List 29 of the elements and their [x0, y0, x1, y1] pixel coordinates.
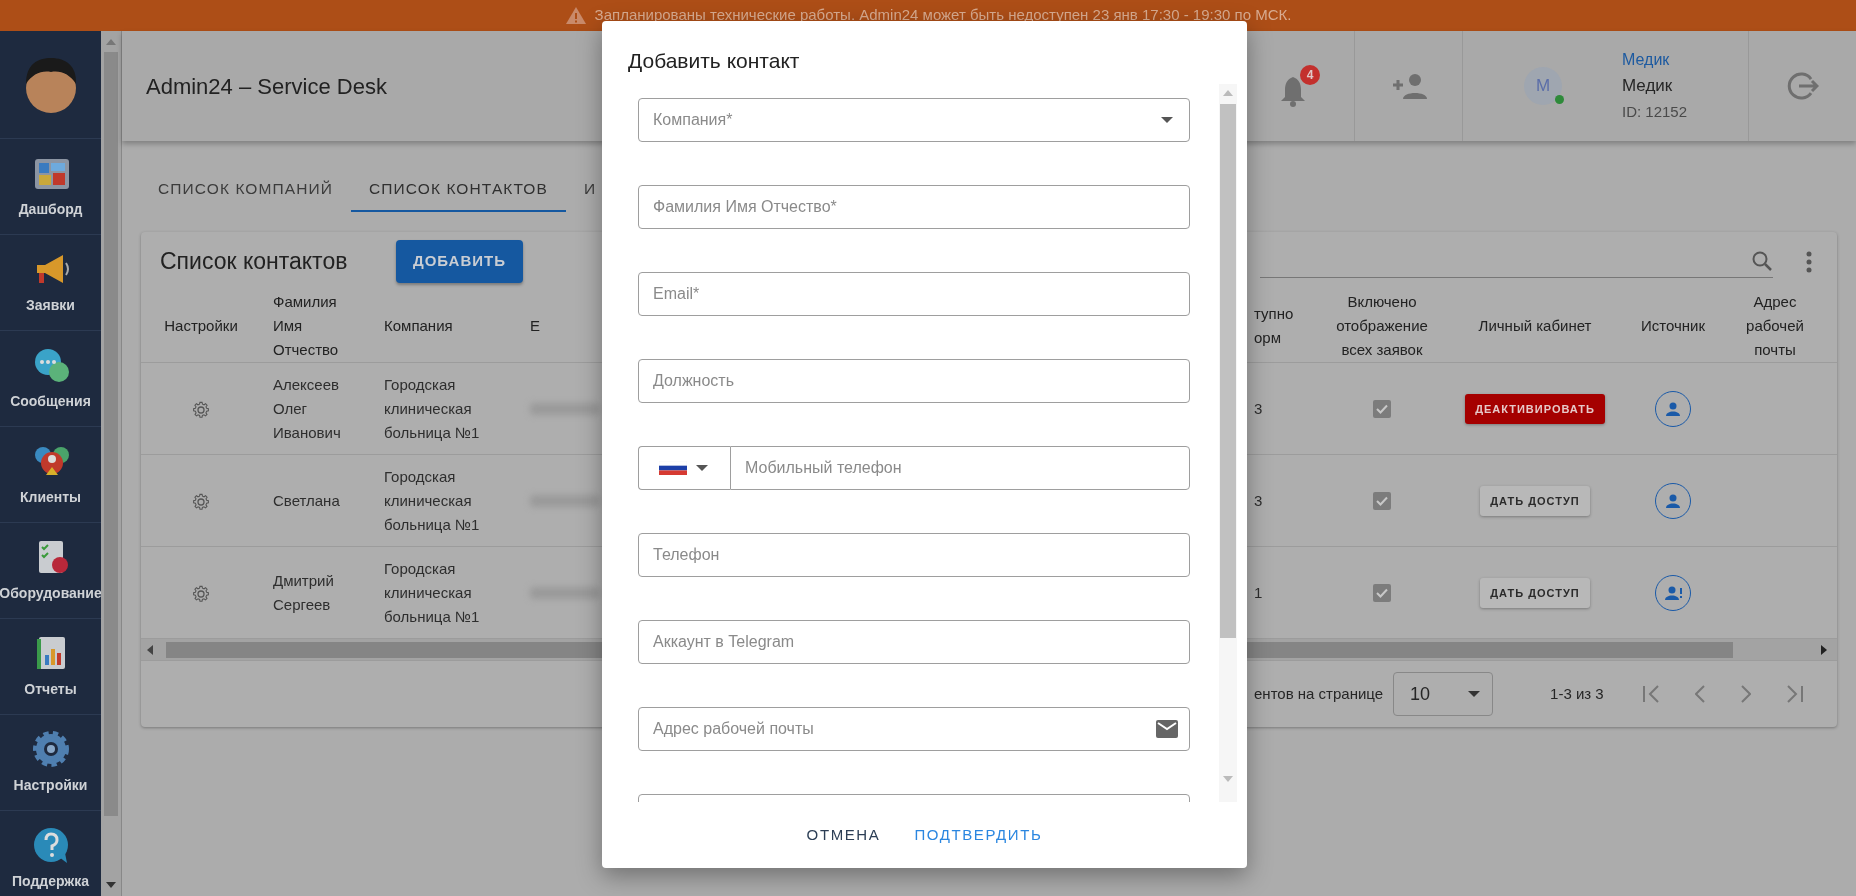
table-cell-text: Городская клиническая больница №1 [384, 374, 481, 443]
column-header: Фамилия Имя Отчество [273, 292, 340, 361]
table-cell-text: Дмитрий Сергеев [273, 570, 335, 615]
avatar-initial: М [1535, 75, 1551, 98]
banner-text: Запланированы технические работы. Admin24 может быть недоступен 23 янв 17:30 - 19:30 по МСК. [594, 5, 1292, 26]
table-cell-text: 3 [1254, 490, 1264, 511]
app-title: Admin24 – Service Desk [146, 72, 387, 101]
user-name: Медик [1622, 75, 1674, 97]
table-cell-text: Городская клиническая больница №1 [384, 466, 481, 535]
column-header: E [530, 316, 541, 337]
dialog-title: Добавить контакт [627, 47, 801, 74]
user-id: ID: 12152 [1622, 102, 1688, 122]
page-range: 1-3 из 3 [1550, 684, 1604, 704]
per-page-label: ентов на странице [1254, 684, 1384, 704]
select-value: 10 [1410, 682, 1431, 706]
column-header: Компания [384, 316, 454, 337]
card-title: Список контактов [160, 247, 349, 276]
column-header: Настройки [163, 316, 239, 337]
table-cell-text: Алексеев Олег Иванович [273, 374, 342, 443]
table-cell-text: 3 [1254, 398, 1264, 419]
table-cell-text: Светлана [273, 490, 341, 511]
notification-badge: 4 [1300, 65, 1320, 85]
table-cell-text: 1 [1254, 582, 1264, 603]
column-header: тупно орм [1254, 304, 1295, 349]
column-header: Включено отображение всех заявок [1335, 292, 1429, 361]
table-cell-text: Городская клиническая больница №1 [384, 558, 481, 627]
column-header: Личный кабинет [1477, 316, 1593, 337]
column-header: Источник [1639, 316, 1706, 337]
column-header: Адрес рабочей почты [1745, 292, 1805, 361]
